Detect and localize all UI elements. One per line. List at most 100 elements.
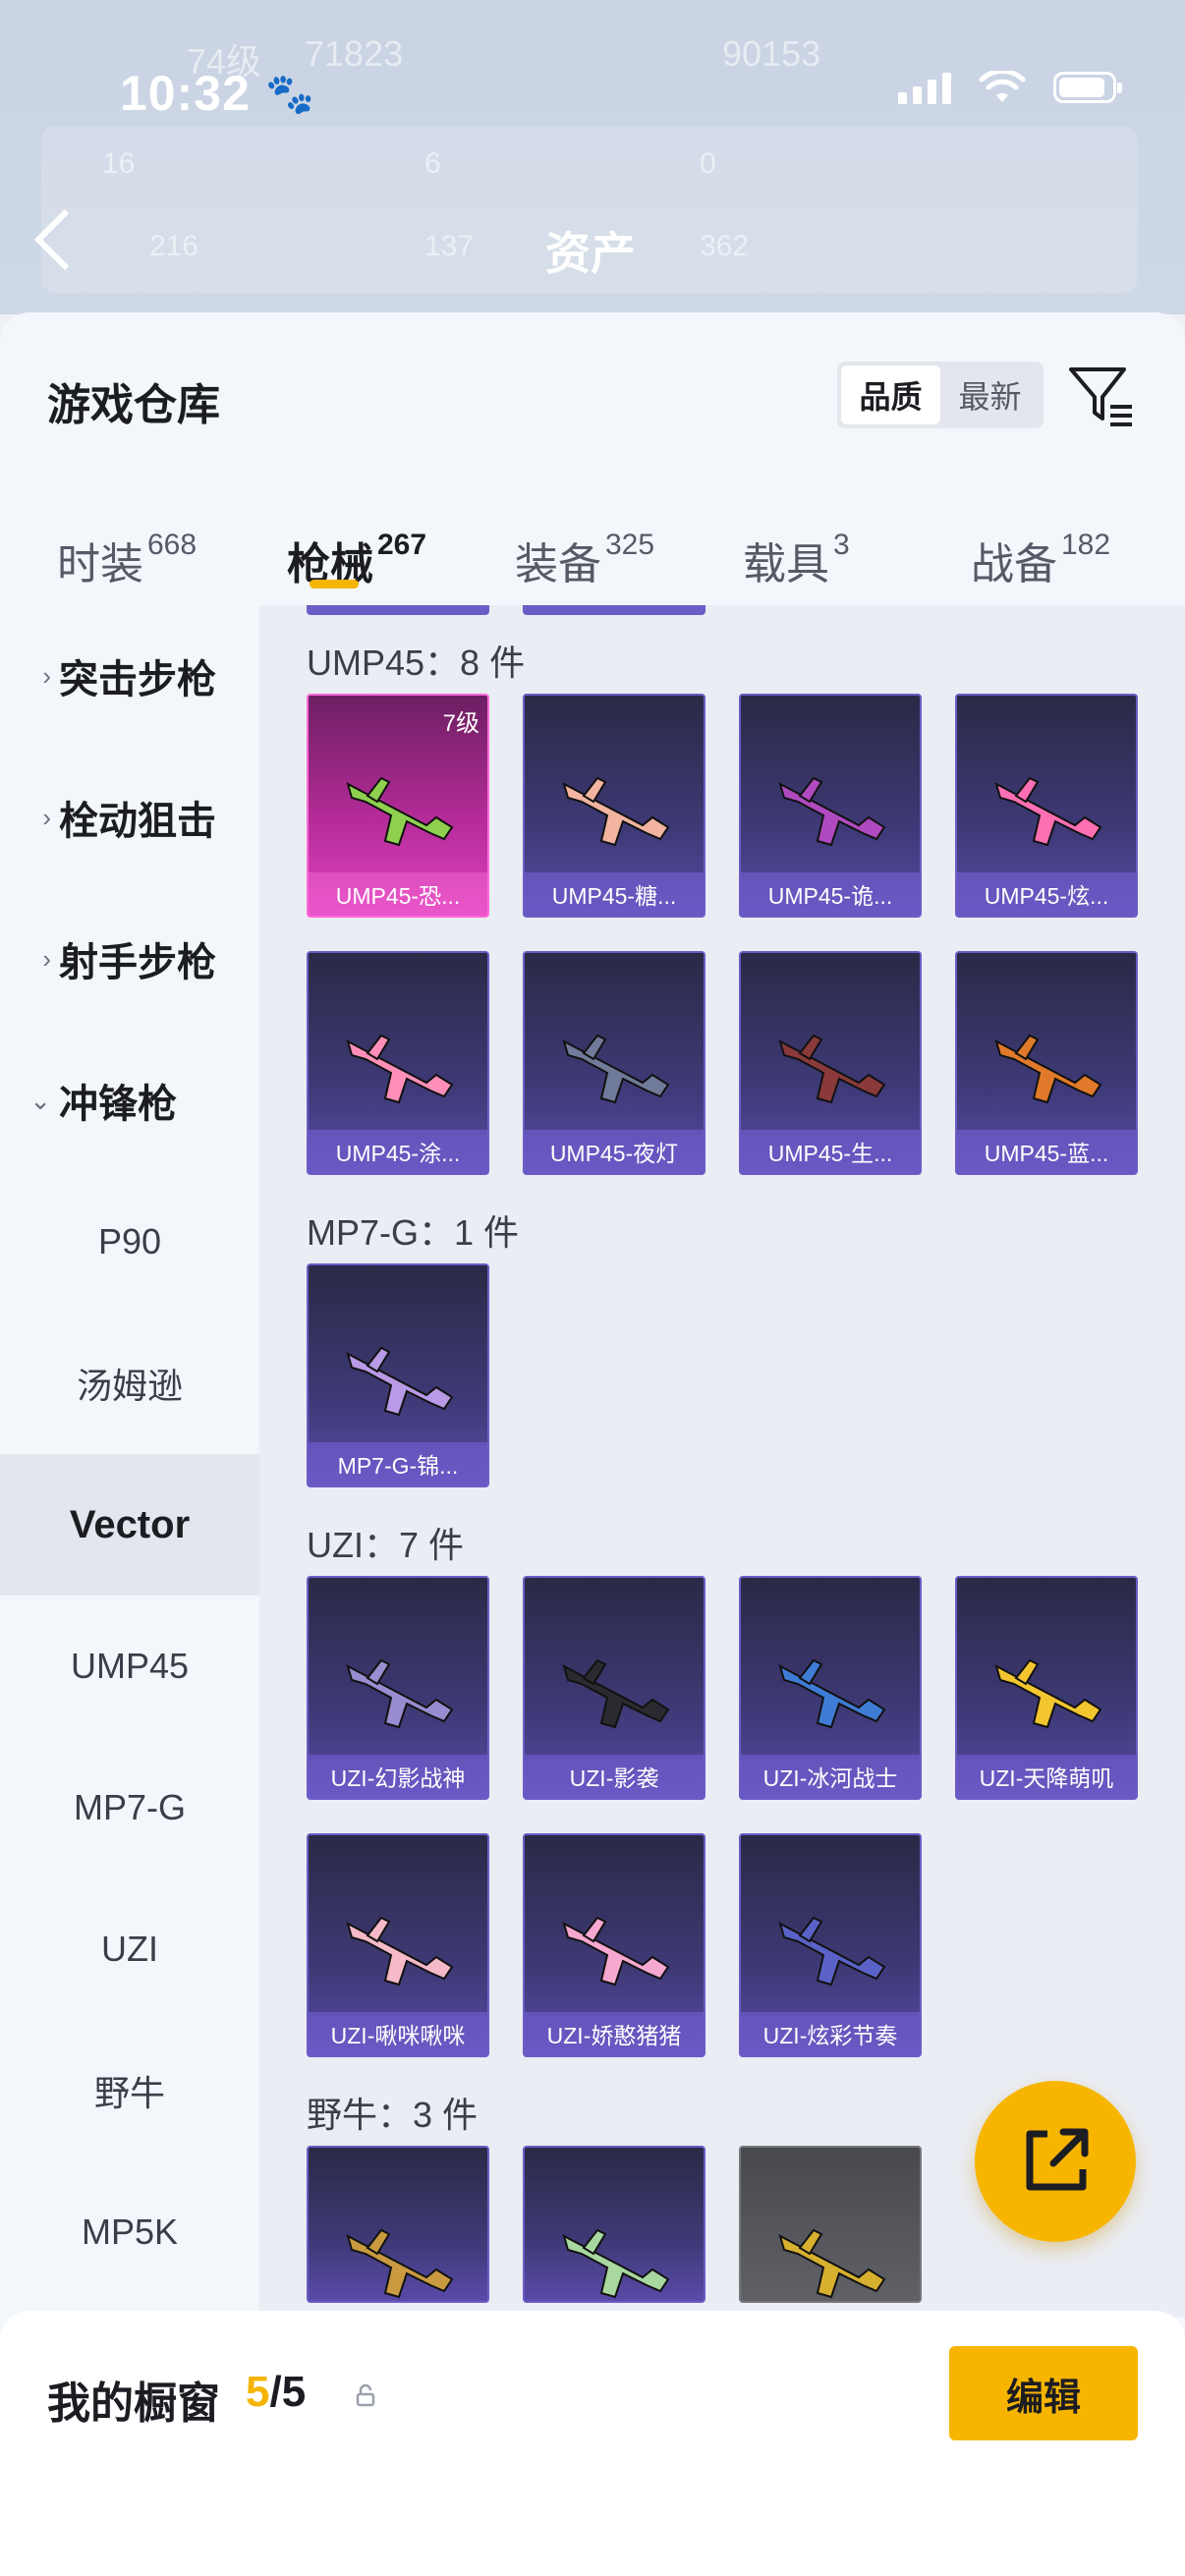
sidebar-subitem-mp5k[interactable]: MP5K [0, 2161, 259, 2303]
chevron-right-icon: › [42, 943, 51, 974]
weapon-name: MP7-G-锦... [309, 1442, 487, 1485]
group-title-bizon: 野牛：3 件 [307, 2095, 479, 2135]
showcase-separator: / [269, 2368, 282, 2416]
status-icons [898, 71, 1122, 104]
weapon-name: UZI-炫彩节奏 [741, 2012, 920, 2055]
warehouse-sheet: 游戏仓库 品质 最新 时装 668 枪械 267 装备 325 载具 3 战备 … [0, 312, 1185, 2576]
weapon-name: UZI-冰河战士 [741, 1755, 920, 1798]
sidebar-subitem-p90[interactable]: P90 [0, 1171, 259, 1313]
sidebar-subitem-vector[interactable]: Vector [0, 1454, 259, 1596]
sidebar-subitem-thompson[interactable]: 汤姆逊 [0, 1313, 259, 1454]
ghost-stat: 0 [700, 147, 716, 180]
tab-gear[interactable]: 战备 182 [971, 529, 1110, 591]
tab-equipment[interactable]: 装备 325 [515, 529, 654, 591]
chevron-right-icon: › [42, 660, 51, 691]
tab-count: 267 [377, 529, 427, 561]
weapon-card[interactable] [739, 2146, 922, 2303]
sidebar-item-label: 冲锋枪 [59, 1083, 177, 1126]
weapon-card[interactable]: UZI-娇憨猪猪 [523, 1833, 705, 2057]
weapon-name: UMP45-涂... [309, 1130, 487, 1173]
weapon-name: UMP45-糖... [525, 872, 704, 916]
ghost-stat: 6 [424, 147, 441, 180]
sidebar-subitem-mp7g[interactable]: MP7-G [0, 1737, 259, 1878]
gun-icon [346, 776, 454, 847]
weapon-card[interactable]: UMP45-涂... [307, 951, 489, 1175]
sort-toggle: 品质 最新 [837, 362, 1044, 428]
weapon-name: UMP45-炫... [957, 872, 1136, 916]
weapon-card[interactable] [307, 2146, 489, 2303]
gun-icon [562, 1916, 670, 1987]
chevron-right-icon: › [42, 802, 51, 832]
sidebar-subitem-uzi[interactable]: UZI [0, 1878, 259, 2020]
weapon-card[interactable]: 7级 UMP45-恐... [307, 694, 489, 918]
filter-icon[interactable] [1067, 362, 1136, 430]
weapon-name: UMP45-夜灯 [525, 1130, 704, 1173]
ghost-score: 71823 [305, 33, 404, 74]
chevron-down-icon: ⌄ [29, 1085, 51, 1115]
group-title-ump45: UMP45：8 件 [307, 643, 526, 683]
category-tabs: 时装 668 枪械 267 装备 325 载具 3 战备 182 [0, 489, 1185, 607]
weapon-name: UZI-娇憨猪猪 [525, 2012, 704, 2055]
gun-icon [778, 1034, 886, 1104]
gun-icon [346, 1658, 454, 1729]
lock-icon [356, 2383, 375, 2407]
tab-label: 战备 [971, 540, 1057, 588]
weapon-card[interactable]: UZI-冰河战士 [739, 1576, 922, 1800]
weapon-name: UMP45-恐... [309, 872, 487, 916]
weapon-card[interactable]: UMP45-糖... [523, 694, 705, 918]
weapon-card[interactable]: UZI-幻影战神 [307, 1576, 489, 1800]
tab-count: 182 [1061, 529, 1111, 561]
sidebar-item-assault-rifle[interactable]: › 突击步枪 [0, 605, 259, 747]
edit-button[interactable]: 编辑 [949, 2346, 1138, 2440]
weapon-card[interactable]: UMP45-蓝... [955, 951, 1138, 1175]
tab-label: 载具 [743, 540, 829, 588]
weapon-card[interactable] [523, 2146, 705, 2303]
sort-quality-button[interactable]: 品质 [841, 365, 940, 424]
sidebar-item-bolt-sniper[interactable]: › 栓动狙击 [0, 747, 259, 888]
weapon-card[interactable]: UZI-天降萌叽 [955, 1576, 1138, 1800]
sidebar-item-smg[interactable]: ⌄ 冲锋枪 [0, 1030, 259, 1171]
sidebar-subitem-bizon[interactable]: 野牛 [0, 2020, 259, 2161]
sidebar-subitem-ump45[interactable]: UMP45 [0, 1596, 259, 1737]
showcase-current: 5 [246, 2368, 270, 2416]
weapon-name: UMP45-蓝... [957, 1130, 1136, 1173]
showcase-label: 我的橱窗 [47, 2380, 220, 2428]
weapon-card[interactable]: UMP45-炫... [955, 694, 1138, 918]
weapon-sidebar: › 突击步枪 › 栓动狙击 › 射手步枪 ⌄ 冲锋枪 P90 汤姆逊 Vecto… [0, 605, 259, 2454]
weapon-card[interactable]: UZI-影袭 [523, 1576, 705, 1800]
tab-count: 668 [147, 529, 198, 561]
ghost-points: 90153 [722, 33, 821, 74]
gun-icon [346, 1034, 454, 1104]
status-time: 10:32 [120, 66, 251, 121]
gun-icon [778, 1658, 886, 1729]
gun-icon [346, 2228, 454, 2299]
share-button[interactable] [975, 2081, 1136, 2242]
weapon-card[interactable]: MP7-G-锦... [307, 1263, 489, 1487]
group-title-uzi: UZI：7 件 [307, 1525, 465, 1565]
weapon-card[interactable]: UMP45-夜灯 [523, 951, 705, 1175]
sidebar-item-label: 射手步枪 [59, 941, 216, 984]
sort-newest-button[interactable]: 最新 [940, 365, 1040, 424]
ghost-stat: 137 [424, 230, 475, 262]
gun-icon [778, 2228, 886, 2299]
background-header: 74级 71823 90153 10:32 🐾 16 6 0 216 137 3… [0, 0, 1185, 314]
weapon-card[interactable]: UZI-啾咪啾咪 [307, 1833, 489, 2057]
showcase-count: 5/5 [246, 2368, 306, 2417]
weapon-card[interactable]: UZI-炫彩节奏 [739, 1833, 922, 2057]
weapon-name: UZI-影袭 [525, 1755, 704, 1798]
tab-vehicles[interactable]: 载具 3 [743, 529, 850, 591]
tab-fashion[interactable]: 时装 668 [57, 529, 197, 591]
gun-icon [562, 1034, 670, 1104]
gun-icon [994, 1658, 1102, 1729]
weapon-card[interactable]: UMP45-诡... [739, 694, 922, 918]
ghost-stat: 216 [149, 230, 199, 262]
weapon-name: UZI-幻影战神 [309, 1755, 487, 1798]
weapon-grid: UMP45：8 件 MP7-G：1 件 UZI：7 件 野牛：3 件 7级 UMP… [259, 605, 1185, 2317]
active-tab-indicator [310, 580, 359, 588]
weapon-card[interactable]: UMP45-生... [739, 951, 922, 1175]
showcase-bar: 我的橱窗 5/5 编辑 [0, 2311, 1185, 2576]
sidebar-item-marksman-rifle[interactable]: › 射手步枪 [0, 888, 259, 1030]
showcase-total: 5 [281, 2368, 307, 2416]
group-title-mp7g: MP7-G：1 件 [307, 1212, 520, 1253]
gun-icon [562, 1658, 670, 1729]
